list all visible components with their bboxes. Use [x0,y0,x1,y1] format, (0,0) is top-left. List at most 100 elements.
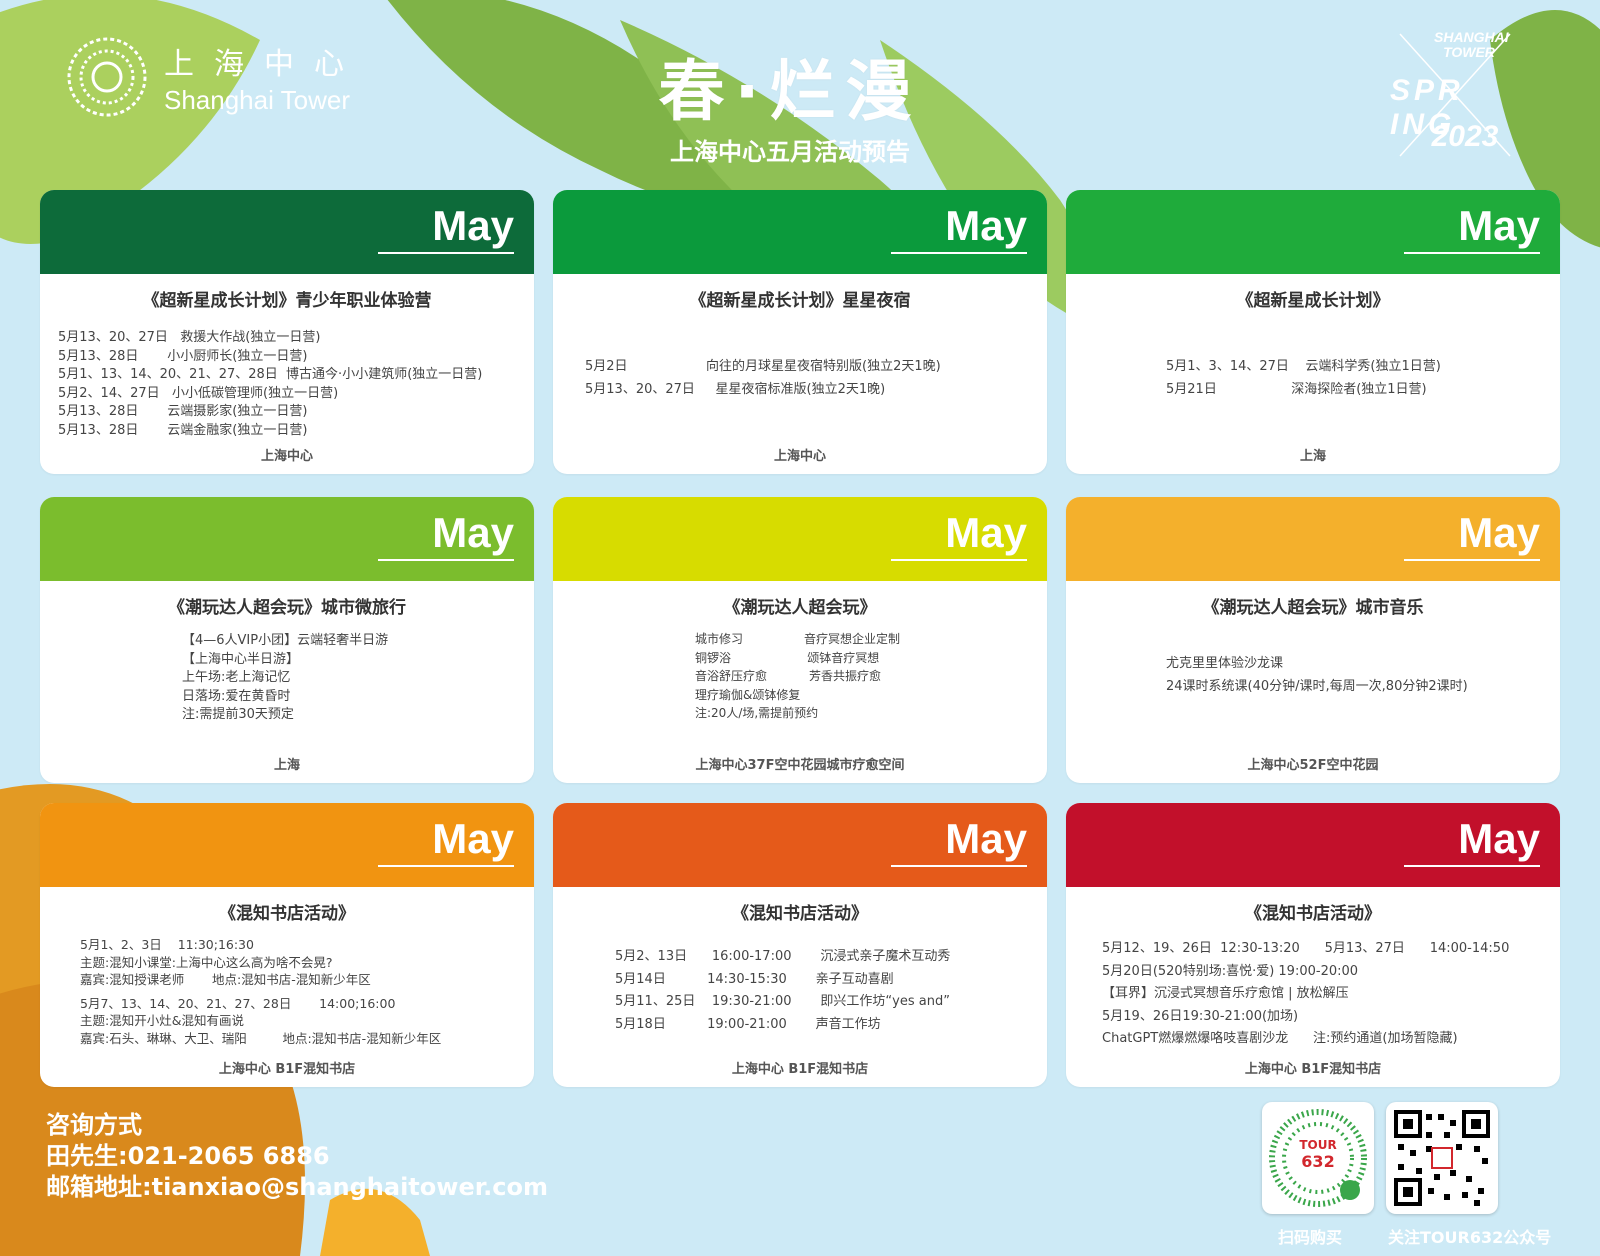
header-rule [891,252,1027,254]
card-line: 【耳界】沉浸式冥想音乐疗愈馆 | 放松解压 [1102,986,1349,1001]
event-card-4: May 《潮玩达人超会玩》城市微旅行 【4—6人VIP小团】云端轻奢半日游 【上… [40,497,534,783]
header-rule [378,252,514,254]
card-body: 尤克里里体验沙龙课 24课时系统课(40分钟/课时,每周一次,80分钟2课时) [1066,618,1560,698]
card-month: May [945,815,1027,862]
event-card-9: May 《混知书店活动》 5月12、19、26日 12:30-13:20 5月1… [1066,803,1560,1087]
card-line: 5月13、28日 云端金融家(独立一日营) [58,422,308,438]
card-venue: 上海中心 [773,449,826,464]
shanghai-tower-logo: 上海中心 Shanghai Tower [62,32,364,122]
header-rule [378,865,514,867]
card-line: 注:20人/场,需提前预约 [695,706,819,720]
card-venue: 上海 [273,758,300,773]
contact-email: 邮箱地址:tianxiao@shanghaitower.com [46,1173,548,1201]
event-card-7: May 《混知书店活动》 5月1、2、3日 11:30;16:30 主题:混知小… [40,803,534,1087]
card-body: 5月13、20、27日 救援大作战(独立一日营) 5月13、28日 小小厨师长(… [40,311,534,440]
qr-code-icon [1394,1110,1490,1206]
card-line: 尤克里里体验沙龙课 [1166,656,1284,671]
card-month: May [432,509,514,556]
card-line: 【上海中心半日游】 [182,651,300,667]
card-line: 嘉宾:混知授课老师 地点:混知书店-混知新少年区 [80,972,371,987]
card-line: 5月2、13日 16:00-17:00 沉浸式亲子魔术互动秀 [615,949,951,964]
card-venue: 上海中心37F空中花园城市疗愈空间 [695,758,905,773]
card-venue: 上海中心 B1F混知书店 [731,1062,869,1077]
card-line: 5月21日 深海探险者(独立1日营) [1166,382,1427,397]
qr-brand-top: TOUR [1299,1138,1337,1152]
card-line: 5月1、3、14、27日 云端科学秀(独立1日营) [1166,359,1441,374]
card-body: 5月1、2、3日 11:30;16:30 主题:混知小课堂:上海中心这么高为啥不… [40,924,534,1047]
spring-2023-badge: SHANGHAI TOWER SPR ING 2023 [1390,28,1540,158]
card-header: May [1066,497,1560,581]
card-venue: 上海中心52F空中花园 [1247,758,1379,773]
card-month: May [432,815,514,862]
card-line: 日落场:爱在黄昏时 [182,688,291,704]
card-title: 《超新星成长计划》 [1236,291,1390,311]
card-body: 5月2日 向往的月球星星夜宿特别版(独立2天1晚) 5月13、20、27日 星星… [553,311,1047,401]
page-title: 春·烂漫 [658,53,922,130]
card-title: 《潮玩达人超会玩》城市音乐 [1202,598,1424,618]
event-card-6: May 《潮玩达人超会玩》城市音乐 尤克里里体验沙龙课 24课时系统课(40分钟… [1066,497,1560,783]
card-title: 《潮玩达人超会玩》城市微旅行 [168,598,406,618]
card-month: May [945,509,1027,556]
card-line: 5月13、28日 云端摄影家(独立一日营) [58,404,308,419]
spiral-logo-icon [67,37,147,117]
card-title: 《超新星成长计划》青少年职业体验营 [142,291,432,311]
header-rule [1404,252,1540,254]
card-line: 5月13、20、27日 救援大作战(独立一日营) [58,330,321,345]
card-body: 5月2、13日 16:00-17:00 沉浸式亲子魔术互动秀 5月14日 14:… [553,924,1047,1036]
card-header: May [1066,803,1560,887]
card-title: 《混知书店活动》 [1245,904,1381,924]
card-line: 5月2日 向往的月球星星夜宿特别版(独立2天1晚) [585,359,941,374]
card-month: May [1458,509,1540,556]
card-month: May [432,202,514,249]
card-venue: 上海中心 B1F混知书店 [1244,1062,1382,1077]
card-body: 5月12、19、26日 12:30-13:20 5月13、27日 14:00-1… [1066,924,1560,1051]
card-header: May [40,190,534,274]
card-header: May [40,803,534,887]
card-header: May [553,497,1047,581]
card-month: May [1458,202,1540,249]
card-title: 《潮玩达人超会玩》 [723,598,877,618]
card-body: 城市修习 音疗冥想企业定制 铜锣浴 颂钵音疗冥想 音浴舒压疗愈 芳香共振疗愈 理… [553,618,1047,723]
logo-english: Shanghai Tower [164,84,350,115]
card-line: 24课时系统课(40分钟/课时,每周一次,80分钟2课时) [1166,679,1468,694]
card-line: 城市修习 音疗冥想企业定制 [695,632,901,646]
card-line: 【4—6人VIP小团】云端轻奢半日游 [182,633,389,648]
card-line: 理疗瑜伽&颂钵修复 [695,687,801,702]
card-line: 铜锣浴 颂钵音疗冥想 [695,650,880,665]
card-line: 5月18日 19:00-21:00 声音工作坊 [615,1016,881,1032]
event-card-3: May 《超新星成长计划》 5月1、3、14、27日 云端科学秀(独立1日营) … [1066,190,1560,474]
badge-top-text: SHANGHAI TOWER [1434,29,1509,60]
header-rule [891,865,1027,867]
card-line: ChatGPT燃爆燃爆咯吱喜剧沙龙 注:预约通道(加场暂隐藏) [1102,1031,1458,1046]
card-line: 5月12、19、26日 12:30-13:20 5月13、27日 14:00-1… [1102,941,1510,956]
card-title: 《超新星成长计划》星星夜宿 [689,291,911,311]
contact-heading: 咨询方式 [46,1111,142,1139]
card-line: 主题:混知小课堂:上海中心这么高为啥不会晃? [80,954,333,970]
qr-brand-number: 632 [1301,1152,1335,1171]
contact-phone: 田先生:021-2065 6886 [46,1142,330,1170]
card-line: 5月7、13、14、20、21、27、28日 14:00;16:00 [80,995,396,1011]
logo-chinese: 上海中心 [164,46,364,82]
qr-caption-buy: 扫码购买 [1278,1228,1343,1247]
card-line: 5月11、25日 19:30-21:00 即兴工作坊“yes and” [615,994,950,1009]
card-title: 《混知书店活动》 [219,904,355,924]
card-line: 5月19、26日19:30-21:00(加场) [1102,1008,1299,1024]
card-line: 5月20日(520特别场:喜悦·爱) 19:00-20:00 [1102,963,1359,979]
card-line: 5月14日 14:30-15:30 亲子互动喜剧 [615,971,894,987]
card-line: 5月13、28日 小小厨师长(独立一日营) [58,348,308,364]
badge-year: 2023 [1431,120,1499,153]
card-body: 5月1、3、14、27日 云端科学秀(独立1日营) 5月21日 深海探险者(独立… [1066,311,1560,401]
card-header: May [40,497,534,581]
card-line: 主题:混知开小灶&混知有画说 [80,1013,244,1028]
card-header: May [1066,190,1560,274]
mini-program-qr[interactable]: TOUR 632 [1262,1102,1374,1214]
card-line: 5月13、20、27日 星星夜宿标准版(独立2天1晚) [585,382,886,397]
wechat-qr[interactable] [1386,1102,1498,1214]
event-card-8: May 《混知书店活动》 5月2、13日 16:00-17:00 沉浸式亲子魔术… [553,803,1047,1087]
card-venue: 上海中心 [260,449,313,464]
header-rule [378,559,514,561]
card-line: 嘉宾:石头、琳琳、大卫、瑞阳 地点:混知书店-混知新少年区 [80,1030,442,1046]
page-subtitle: 上海中心五月活动预告 [670,138,910,166]
qr-caption-follow: 关注TOUR632公众号 [1388,1228,1552,1247]
card-month: May [1458,815,1540,862]
